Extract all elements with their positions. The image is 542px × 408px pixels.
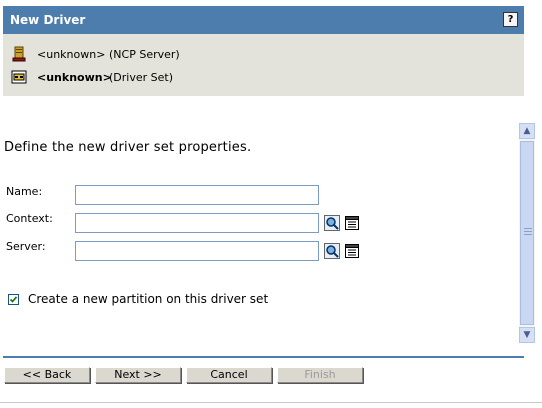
finish-button[interactable]: Finish [277, 367, 363, 383]
partition-checkbox-label[interactable]: Create a new partition on this driver se… [28, 292, 268, 306]
cancel-button[interactable]: Cancel [186, 367, 272, 383]
scroll-grip-icon [524, 228, 532, 236]
server-type: (NCP Server) [109, 47, 180, 61]
footer-divider [3, 356, 524, 358]
browse-server-icon[interactable] [324, 243, 340, 259]
context-input[interactable] [75, 213, 319, 233]
back-button[interactable]: << Back [4, 367, 90, 383]
vertical-scrollbar[interactable]: ▲ ▼ [519, 123, 535, 343]
partition-option[interactable]: Create a new partition on this driver se… [8, 292, 268, 306]
name-label: Name: [6, 185, 43, 198]
driver-set-icon [11, 70, 27, 84]
driver-set-name: <unknown> [37, 70, 112, 84]
scroll-up-button[interactable]: ▲ [519, 123, 535, 139]
context-info-panel: <unknown> (NCP Server) <unknown> (Driver… [3, 34, 524, 96]
server-input[interactable] [75, 241, 319, 261]
server-info-row: <unknown> (NCP Server) [11, 45, 180, 63]
history-context-icon[interactable] [344, 215, 360, 231]
partition-checkbox[interactable] [8, 293, 19, 305]
name-input[interactable] [75, 185, 319, 205]
history-server-icon[interactable] [344, 243, 360, 259]
dialog-title: New Driver [10, 13, 86, 27]
context-label: Context: [6, 212, 53, 225]
driver-set-info-row: <unknown> (Driver Set) [11, 68, 173, 86]
server-icon [12, 46, 26, 62]
window-bottom-edge [0, 402, 542, 403]
server-name: <unknown> [37, 47, 106, 61]
page-heading: Define the new driver set properties. [4, 140, 252, 155]
checkmark-icon [9, 295, 18, 303]
driver-set-type: (Driver Set) [109, 70, 173, 84]
title-bar: New Driver ? [3, 6, 524, 34]
help-button[interactable]: ? [503, 12, 518, 27]
server-label: Server: [6, 240, 46, 253]
scroll-down-button[interactable]: ▼ [519, 327, 535, 343]
scroll-thumb[interactable] [520, 141, 534, 325]
scroll-track[interactable] [519, 139, 535, 327]
browse-context-icon[interactable] [324, 215, 340, 231]
next-button[interactable]: Next >> [95, 367, 181, 383]
